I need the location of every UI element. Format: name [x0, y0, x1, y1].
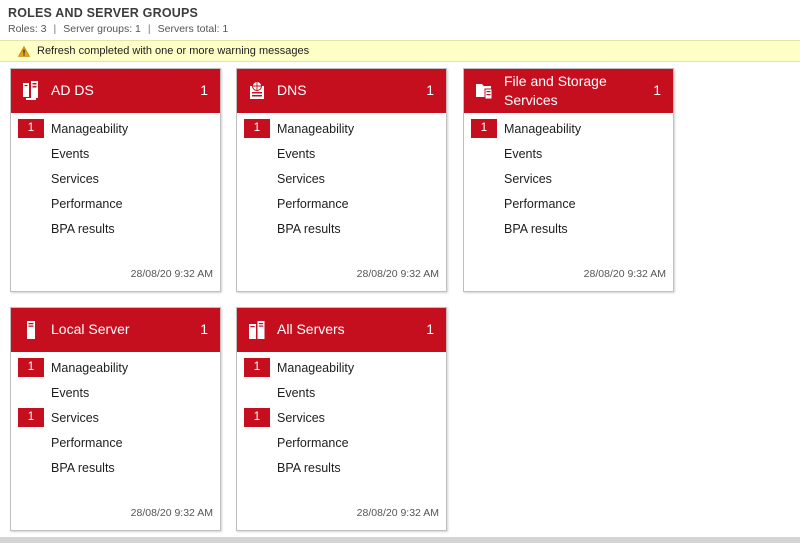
tile-count: 1	[426, 321, 434, 337]
alert-badge: 1	[18, 358, 44, 377]
tile-all-servers: All Servers 1 1 Manageability Events 1 Ser…	[236, 307, 447, 531]
tile-header[interactable]: AD DS 1	[11, 69, 220, 113]
row-manageability[interactable]: 1 Manageability	[11, 116, 220, 141]
row-manageability[interactable]: 1 Manageability	[237, 116, 446, 141]
row-bpa-results[interactable]: BPA results	[464, 216, 673, 241]
tile-title: AD DS	[51, 82, 94, 98]
tile-header[interactable]: File and Storage Services 1	[464, 69, 673, 113]
warning-bar[interactable]: Refresh completed with one or more warni…	[0, 40, 800, 62]
row-manageability[interactable]: 1 Manageability	[237, 355, 446, 380]
alert-badge: 1	[244, 358, 270, 377]
row-performance[interactable]: Performance	[11, 191, 220, 216]
row-label: BPA results	[504, 221, 568, 236]
ad-ds-icon	[23, 81, 38, 100]
row-performance[interactable]: Performance	[11, 430, 220, 455]
warning-icon	[18, 45, 30, 57]
row-performance[interactable]: Performance	[237, 430, 446, 455]
tile-timestamp: 28/08/20 9:32 AM	[130, 507, 213, 519]
row-label: Events	[504, 146, 543, 161]
row-bpa-results[interactable]: BPA results	[11, 216, 220, 241]
row-services[interactable]: Services	[11, 166, 220, 191]
row-label: Services	[277, 171, 325, 186]
alert-badge: 1	[471, 119, 497, 138]
tile-file-and-storage-services: File and Storage Services 1 1 Manageabili…	[463, 68, 674, 292]
tile-local-server: Local Server 1 1 Manageability Events 1 Se…	[10, 307, 221, 531]
tile-count: 1	[200, 82, 208, 98]
tile-title: Local Server	[51, 321, 130, 337]
alert-badge: 1	[18, 408, 44, 427]
row-label: Events	[51, 146, 90, 161]
row-label: Services	[51, 171, 99, 186]
tile-header[interactable]: All Servers 1	[237, 308, 446, 352]
row-events[interactable]: Events	[464, 141, 673, 166]
row-events[interactable]: Events	[11, 380, 220, 405]
row-label: Performance	[277, 435, 349, 450]
row-label: Manageability	[51, 121, 129, 136]
horizontal-scrollbar[interactable]	[0, 537, 800, 543]
servers-total-count: Servers total: 1	[157, 23, 229, 35]
row-events[interactable]: Events	[237, 380, 446, 405]
tile-timestamp: 28/08/20 9:32 AM	[130, 268, 213, 280]
tile-count: 1	[200, 321, 208, 337]
tile-count: 1	[426, 82, 434, 98]
tile-title: DNS	[277, 82, 307, 98]
row-label: BPA results	[277, 460, 341, 475]
row-label: Events	[51, 385, 90, 400]
row-label: Performance	[51, 435, 123, 450]
row-label: Manageability	[504, 121, 582, 136]
tile-title: File and Storage Services	[504, 73, 607, 108]
row-label: Events	[277, 146, 316, 161]
tile-ad-ds: AD DS 1 1 Manageability Events Services P…	[10, 68, 221, 292]
row-label: BPA results	[51, 460, 115, 475]
row-label: BPA results	[277, 221, 341, 236]
row-label: Manageability	[277, 121, 355, 136]
row-label: BPA results	[51, 221, 115, 236]
tile-timestamp: 28/08/20 9:32 AM	[356, 507, 439, 519]
row-label: Performance	[504, 196, 576, 211]
row-manageability[interactable]: 1 Manageability	[11, 355, 220, 380]
tile-header[interactable]: Local Server 1	[11, 308, 220, 352]
row-label: Services	[277, 410, 325, 425]
tile-header[interactable]: DNS 1	[237, 69, 446, 113]
tile-dns: DNS 1 1 Manageability Events Services Per…	[236, 68, 447, 292]
server-groups-count: Server groups: 1	[63, 23, 141, 35]
all-servers-icon	[249, 321, 265, 339]
dns-icon	[250, 81, 264, 99]
row-label: Performance	[51, 196, 123, 211]
row-events[interactable]: Events	[237, 141, 446, 166]
roles-count: Roles: 3	[8, 23, 47, 35]
row-bpa-results[interactable]: BPA results	[237, 216, 446, 241]
page-title: ROLES AND SERVER GROUPS	[8, 6, 199, 20]
alert-badge: 1	[244, 408, 270, 427]
summary-line: Roles: 3 | Server groups: 1 | Servers total:…	[8, 23, 228, 35]
tile-timestamp: 28/08/20 9:32 AM	[356, 268, 439, 280]
warning-text: Refresh completed with one or more warni…	[37, 45, 310, 57]
separator: |	[147, 23, 151, 35]
row-manageability[interactable]: 1 Manageability	[464, 116, 673, 141]
tile-title: All Servers	[277, 321, 345, 337]
row-bpa-results[interactable]: BPA results	[11, 455, 220, 480]
row-label: Events	[277, 385, 316, 400]
file-storage-icon	[476, 84, 493, 100]
alert-badge: 1	[244, 119, 270, 138]
row-label: Services	[504, 171, 552, 186]
row-services[interactable]: Services	[464, 166, 673, 191]
row-performance[interactable]: Performance	[464, 191, 673, 216]
separator: |	[53, 23, 57, 35]
tile-count: 1	[653, 82, 661, 98]
row-label: Services	[51, 410, 99, 425]
page-header: ROLES AND SERVER GROUPS Roles: 3 | Server …	[8, 6, 228, 35]
row-services[interactable]: 1 Services	[237, 405, 446, 430]
row-label: Manageability	[277, 360, 355, 375]
row-label: Performance	[277, 196, 349, 211]
tile-timestamp: 28/08/20 9:32 AM	[583, 268, 666, 280]
row-label: Manageability	[51, 360, 129, 375]
row-performance[interactable]: Performance	[237, 191, 446, 216]
local-server-icon	[27, 321, 35, 339]
row-bpa-results[interactable]: BPA results	[237, 455, 446, 480]
row-events[interactable]: Events	[11, 141, 220, 166]
row-services[interactable]: 1 Services	[11, 405, 220, 430]
row-services[interactable]: Services	[237, 166, 446, 191]
alert-badge: 1	[18, 119, 44, 138]
